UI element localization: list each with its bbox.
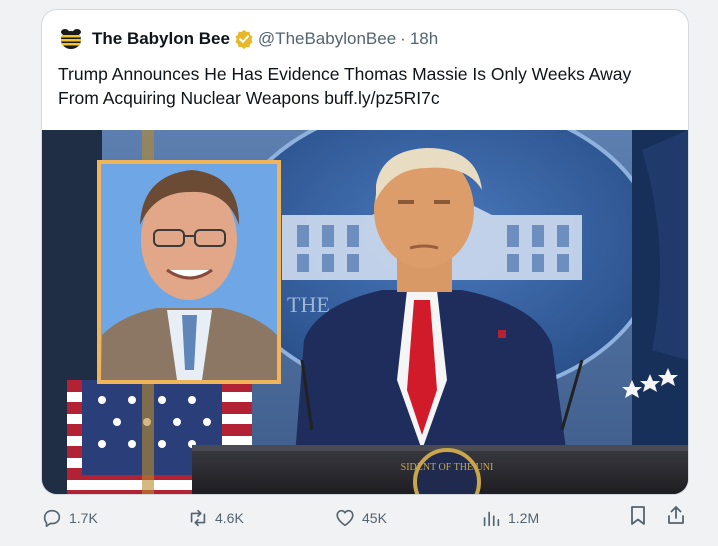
like-count: 45K <box>362 510 387 526</box>
author-name[interactable]: The Babylon Bee <box>92 29 230 49</box>
reply-count: 1.7K <box>69 510 98 526</box>
tweet-text: Trump Announces He Has Evidence Thomas M… <box>58 62 670 110</box>
seal-text: SIDENT OF THE UNI <box>401 462 494 473</box>
babylon-bee-logo-icon[interactable] <box>58 26 84 52</box>
tweet-card[interactable]: The Babylon Bee @TheBabylonBee · 18h Tru… <box>41 9 689 495</box>
backdrop-text: THE <box>287 292 330 317</box>
tweet-link[interactable]: buff.ly/pz5RI7c <box>324 88 439 108</box>
heart-icon <box>336 509 354 527</box>
separator-dot: · <box>400 29 406 48</box>
views-count: 1.2M <box>508 510 540 526</box>
tweet-media-image[interactable]: THE SIDENT OF THE UNI <box>42 130 688 494</box>
author-handle[interactable]: @TheBabylonBee <box>258 29 396 49</box>
repost-icon <box>190 509 206 527</box>
bookmark-icon[interactable] <box>626 503 650 527</box>
press-briefing-photo: THE SIDENT OF THE UNI <box>42 130 688 494</box>
analytics-icon <box>483 511 500 527</box>
repost-button[interactable]: 4.6K <box>187 505 244 531</box>
share-icon[interactable] <box>664 503 688 527</box>
repost-count: 4.6K <box>215 510 244 526</box>
reply-icon <box>43 509 61 528</box>
reply-button[interactable]: 1.7K <box>41 505 98 531</box>
views-button[interactable]: 1.2M <box>480 505 539 531</box>
tweet-timestamp[interactable]: 18h <box>410 29 438 49</box>
like-button[interactable]: 45K <box>334 505 387 531</box>
verified-badge-icon[interactable] <box>234 29 254 49</box>
tweet-header: The Babylon Bee @TheBabylonBee · 18h <box>58 26 438 52</box>
